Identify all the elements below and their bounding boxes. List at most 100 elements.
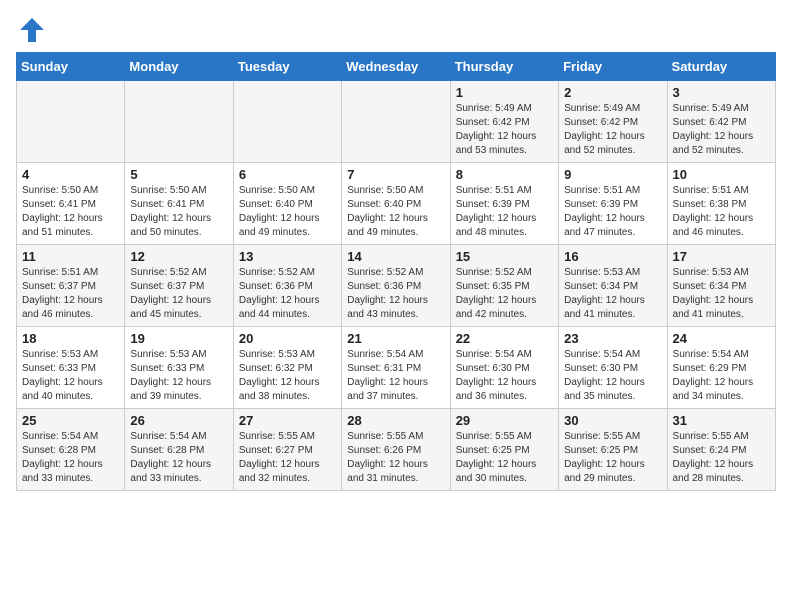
day-detail: Sunrise: 5:53 AMSunset: 6:33 PMDaylight:…	[130, 348, 227, 404]
day-cell-4: 4 Sunrise: 5:50 AMSunset: 6:41 PMDaylight…	[17, 163, 125, 245]
header-cell-sunday: Sunday	[17, 53, 125, 81]
day-number: 11	[22, 249, 119, 264]
day-number: 16	[564, 249, 661, 264]
day-number: 20	[239, 331, 336, 346]
day-number: 30	[564, 413, 661, 428]
day-cell-24: 24 Sunrise: 5:54 AMSunset: 6:29 PMDayligh…	[667, 327, 775, 409]
day-cell-17: 17 Sunrise: 5:53 AMSunset: 6:34 PMDayligh…	[667, 245, 775, 327]
day-cell-23: 23 Sunrise: 5:54 AMSunset: 6:30 PMDayligh…	[559, 327, 667, 409]
day-cell-19: 19 Sunrise: 5:53 AMSunset: 6:33 PMDayligh…	[125, 327, 233, 409]
day-cell-1: 1 Sunrise: 5:49 AMSunset: 6:42 PMDaylight…	[450, 81, 558, 163]
day-detail: Sunrise: 5:52 AMSunset: 6:36 PMDaylight:…	[239, 266, 336, 322]
day-detail: Sunrise: 5:50 AMSunset: 6:40 PMDaylight:…	[239, 184, 336, 240]
day-number: 18	[22, 331, 119, 346]
day-number: 23	[564, 331, 661, 346]
logo	[16, 16, 46, 44]
day-number: 3	[673, 85, 770, 100]
day-cell-29: 29 Sunrise: 5:55 AMSunset: 6:25 PMDayligh…	[450, 409, 558, 491]
day-number: 14	[347, 249, 444, 264]
day-detail: Sunrise: 5:49 AMSunset: 6:42 PMDaylight:…	[564, 102, 661, 158]
day-detail: Sunrise: 5:52 AMSunset: 6:35 PMDaylight:…	[456, 266, 553, 322]
day-cell-8: 8 Sunrise: 5:51 AMSunset: 6:39 PMDaylight…	[450, 163, 558, 245]
day-detail: Sunrise: 5:51 AMSunset: 6:37 PMDaylight:…	[22, 266, 119, 322]
day-number: 21	[347, 331, 444, 346]
day-detail: Sunrise: 5:52 AMSunset: 6:37 PMDaylight:…	[130, 266, 227, 322]
day-cell-26: 26Sunrise: 5:54 AMSunset: 6:28 PMDayligh…	[125, 409, 233, 491]
day-cell-9: 9 Sunrise: 5:51 AMSunset: 6:39 PMDaylight…	[559, 163, 667, 245]
day-detail: Sunrise: 5:50 AMSunset: 6:41 PMDaylight:…	[22, 184, 119, 240]
day-detail: Sunrise: 5:55 AMSunset: 6:27 PMDaylight:…	[239, 430, 336, 486]
day-cell-12: 12 Sunrise: 5:52 AMSunset: 6:37 PMDayligh…	[125, 245, 233, 327]
day-cell-18: 18 Sunrise: 5:53 AMSunset: 6:33 PMDayligh…	[17, 327, 125, 409]
day-number: 6	[239, 167, 336, 182]
day-number: 8	[456, 167, 553, 182]
day-detail: Sunrise: 5:51 AMSunset: 6:39 PMDaylight:…	[564, 184, 661, 240]
week-row-3: 11 Sunrise: 5:51 AMSunset: 6:37 PMDayligh…	[17, 245, 776, 327]
day-cell-28: 28Sunrise: 5:55 AMSunset: 6:26 PMDayligh…	[342, 409, 450, 491]
day-number: 27	[239, 413, 336, 428]
day-number: 29	[456, 413, 553, 428]
week-row-2: 4 Sunrise: 5:50 AMSunset: 6:41 PMDaylight…	[17, 163, 776, 245]
day-cell-empty-3	[342, 81, 450, 163]
day-cell-14: 14 Sunrise: 5:52 AMSunset: 6:36 PMDayligh…	[342, 245, 450, 327]
day-detail: Sunrise: 5:55 AMSunset: 6:25 PMDaylight:…	[456, 430, 553, 486]
day-cell-empty-1	[125, 81, 233, 163]
day-cell-22: 22Sunrise: 5:54 AMSunset: 6:30 PMDayligh…	[450, 327, 558, 409]
day-detail: Sunrise: 5:54 AMSunset: 6:30 PMDaylight:…	[564, 348, 661, 404]
day-detail: Sunrise: 5:54 AMSunset: 6:29 PMDaylight:…	[673, 348, 770, 404]
header-cell-thursday: Thursday	[450, 53, 558, 81]
day-detail: Sunrise: 5:53 AMSunset: 6:33 PMDaylight:…	[22, 348, 119, 404]
logo-icon	[18, 16, 46, 44]
calendar-table: SundayMondayTuesdayWednesdayThursdayFrid…	[16, 52, 776, 491]
header-row: SundayMondayTuesdayWednesdayThursdayFrid…	[17, 53, 776, 81]
day-number: 9	[564, 167, 661, 182]
day-cell-30: 30 Sunrise: 5:55 AMSunset: 6:25 PMDayligh…	[559, 409, 667, 491]
day-cell-10: 10 Sunrise: 5:51 AMSunset: 6:38 PMDayligh…	[667, 163, 775, 245]
day-number: 12	[130, 249, 227, 264]
day-number: 1	[456, 85, 553, 100]
day-detail: Sunrise: 5:51 AMSunset: 6:38 PMDaylight:…	[673, 184, 770, 240]
day-detail: Sunrise: 5:54 AMSunset: 6:31 PMDaylight:…	[347, 348, 444, 404]
week-row-4: 18 Sunrise: 5:53 AMSunset: 6:33 PMDayligh…	[17, 327, 776, 409]
day-cell-15: 15 Sunrise: 5:52 AMSunset: 6:35 PMDayligh…	[450, 245, 558, 327]
day-detail: Sunrise: 5:49 AMSunset: 6:42 PMDaylight:…	[456, 102, 553, 158]
day-number: 24	[673, 331, 770, 346]
week-row-5: 25Sunrise: 5:54 AMSunset: 6:28 PMDayligh…	[17, 409, 776, 491]
day-detail: Sunrise: 5:53 AMSunset: 6:34 PMDaylight:…	[673, 266, 770, 322]
day-cell-empty-0	[17, 81, 125, 163]
day-number: 4	[22, 167, 119, 182]
day-cell-11: 11 Sunrise: 5:51 AMSunset: 6:37 PMDayligh…	[17, 245, 125, 327]
day-number: 19	[130, 331, 227, 346]
day-cell-27: 27 Sunrise: 5:55 AMSunset: 6:27 PMDayligh…	[233, 409, 341, 491]
day-detail: Sunrise: 5:50 AMSunset: 6:40 PMDaylight:…	[347, 184, 444, 240]
day-detail: Sunrise: 5:51 AMSunset: 6:39 PMDaylight:…	[456, 184, 553, 240]
header-cell-wednesday: Wednesday	[342, 53, 450, 81]
day-number: 13	[239, 249, 336, 264]
day-detail: Sunrise: 5:52 AMSunset: 6:36 PMDaylight:…	[347, 266, 444, 322]
day-cell-16: 16 Sunrise: 5:53 AMSunset: 6:34 PMDayligh…	[559, 245, 667, 327]
day-cell-25: 25Sunrise: 5:54 AMSunset: 6:28 PMDayligh…	[17, 409, 125, 491]
day-number: 7	[347, 167, 444, 182]
day-detail: Sunrise: 5:53 AMSunset: 6:34 PMDaylight:…	[564, 266, 661, 322]
day-cell-empty-2	[233, 81, 341, 163]
day-number: 17	[673, 249, 770, 264]
day-number: 31	[673, 413, 770, 428]
day-cell-20: 20Sunrise: 5:53 AMSunset: 6:32 PMDayligh…	[233, 327, 341, 409]
day-detail: Sunrise: 5:49 AMSunset: 6:42 PMDaylight:…	[673, 102, 770, 158]
day-detail: Sunrise: 5:55 AMSunset: 6:25 PMDaylight:…	[564, 430, 661, 486]
day-number: 28	[347, 413, 444, 428]
day-number: 10	[673, 167, 770, 182]
day-cell-6: 6 Sunrise: 5:50 AMSunset: 6:40 PMDaylight…	[233, 163, 341, 245]
day-cell-5: 5Sunrise: 5:50 AMSunset: 6:41 PMDaylight…	[125, 163, 233, 245]
day-detail: Sunrise: 5:54 AMSunset: 6:28 PMDaylight:…	[22, 430, 119, 486]
day-cell-13: 13 Sunrise: 5:52 AMSunset: 6:36 PMDayligh…	[233, 245, 341, 327]
header-cell-monday: Monday	[125, 53, 233, 81]
day-cell-7: 7 Sunrise: 5:50 AMSunset: 6:40 PMDaylight…	[342, 163, 450, 245]
day-number: 15	[456, 249, 553, 264]
page-header	[16, 16, 776, 44]
header-cell-friday: Friday	[559, 53, 667, 81]
day-detail: Sunrise: 5:54 AMSunset: 6:28 PMDaylight:…	[130, 430, 227, 486]
day-detail: Sunrise: 5:54 AMSunset: 6:30 PMDaylight:…	[456, 348, 553, 404]
day-detail: Sunrise: 5:50 AMSunset: 6:41 PMDaylight:…	[130, 184, 227, 240]
week-row-1: 1 Sunrise: 5:49 AMSunset: 6:42 PMDaylight…	[17, 81, 776, 163]
